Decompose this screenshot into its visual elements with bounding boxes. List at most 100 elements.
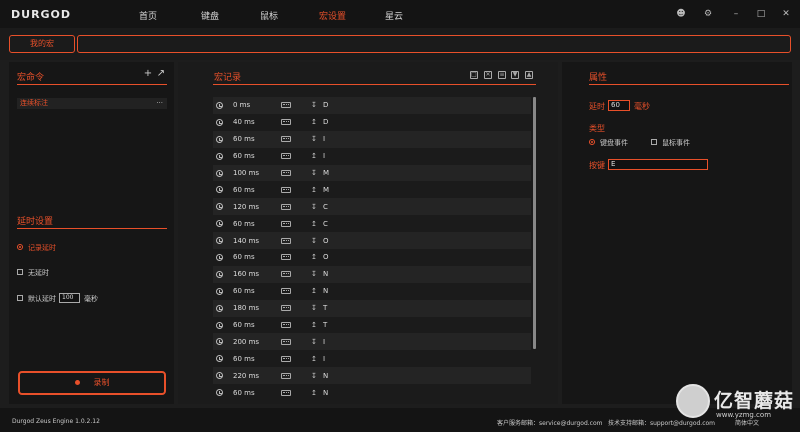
nav-home[interactable]: 首页 <box>139 9 157 22</box>
keyboard-icon <box>281 271 291 278</box>
key-down-icon: ↧ <box>311 202 317 211</box>
table-row[interactable]: 60 ms ↥ I <box>213 350 531 368</box>
record-delay: 40 ms <box>233 118 255 127</box>
table-row[interactable]: 60 ms ↥ M <box>213 181 531 199</box>
divider <box>17 228 167 229</box>
minimize-icon[interactable]: – <box>730 8 742 20</box>
record-delay-radio[interactable] <box>17 244 23 250</box>
list-item[interactable]: 连续标注 ··· <box>17 98 167 109</box>
clock-icon <box>216 287 223 295</box>
key-down-icon: ↧ <box>311 304 317 313</box>
table-row[interactable]: 100 ms ↧ M <box>213 164 531 182</box>
key-input[interactable]: E <box>608 159 708 170</box>
record-delay: 0 ms <box>233 101 251 110</box>
import-macro-icon[interactable]: ↗ <box>156 68 166 79</box>
move-up-icon[interactable]: ▲ <box>525 71 533 79</box>
keyboard-icon <box>281 288 291 295</box>
table-row[interactable]: 200 ms ↧ I <box>213 333 531 351</box>
key-up-icon: ↥ <box>311 118 317 127</box>
record-key: T <box>323 321 328 330</box>
table-row[interactable]: 60 ms ↥ C <box>213 215 531 233</box>
keyboard-icon <box>281 355 291 362</box>
properties-panel <box>562 62 792 404</box>
mouse-event-checkbox[interactable] <box>651 139 657 145</box>
clock-icon <box>216 186 223 194</box>
add-macro-button[interactable]: + <box>143 68 153 79</box>
keyboard-icon <box>281 102 291 109</box>
key-up-icon: ↥ <box>311 185 317 194</box>
record-key: O <box>323 236 329 245</box>
key-down-icon: ↧ <box>311 169 317 177</box>
keyboard-icon <box>281 220 291 227</box>
copy-icon[interactable]: □ <box>470 71 478 79</box>
close-icon[interactable]: ✕ <box>780 8 792 20</box>
record-delay: 60 ms <box>233 185 255 194</box>
table-row[interactable]: 60 ms ↥ N <box>213 282 531 300</box>
record-delay: 60 ms <box>233 219 255 228</box>
clock-icon <box>216 253 223 261</box>
app-logo: DURGOD <box>11 8 72 21</box>
delete-icon[interactable]: ✕ <box>484 71 492 79</box>
table-row[interactable]: 60 ms ↧ I <box>213 130 531 148</box>
no-delay-checkbox[interactable] <box>17 269 23 275</box>
top-bar: DURGOD 首页 键盘 鼠标 宏设置 星云 ☻ ⚙ – □ ✕ <box>0 0 800 28</box>
delay-unit: 毫秒 <box>634 102 650 111</box>
table-row[interactable]: 220 ms ↧ N <box>213 367 531 385</box>
properties-title: 属性 <box>589 73 608 83</box>
table-row[interactable]: 40 ms ↥ D <box>213 113 531 131</box>
record-delay: 100 ms <box>233 169 260 177</box>
default-delay-unit: 毫秒 <box>84 295 98 303</box>
gear-icon[interactable]: ⚙ <box>702 8 714 20</box>
clock-icon <box>216 321 223 329</box>
table-row[interactable]: 60 ms ↥ I <box>213 147 531 165</box>
macro-command-panel <box>9 62 174 404</box>
record-dot-icon <box>74 380 80 385</box>
nav-mouse[interactable]: 鼠标 <box>260 9 278 22</box>
key-up-icon: ↥ <box>311 321 317 330</box>
keyboard-icon <box>281 153 291 160</box>
clock-icon <box>216 389 223 397</box>
table-row[interactable]: 120 ms ↧ C <box>213 198 531 216</box>
clear-icon[interactable]: ≡ <box>498 71 506 79</box>
nav-keyboard[interactable]: 键盘 <box>201 9 219 22</box>
delay-input[interactable]: 60 <box>608 100 630 111</box>
more-icon[interactable]: ··· <box>156 98 163 109</box>
key-down-icon: ↧ <box>311 371 317 380</box>
macro-name-field[interactable] <box>77 35 791 53</box>
table-row[interactable]: 140 ms ↧ O <box>213 232 531 250</box>
table-row[interactable]: 60 ms ↥ T <box>213 316 531 334</box>
record-key: C <box>323 202 328 211</box>
record-key: I <box>323 337 326 346</box>
record-delay: 60 ms <box>233 253 255 262</box>
table-row[interactable]: 60 ms ↥ O <box>213 249 531 266</box>
clock-icon <box>216 203 223 211</box>
record-delay: 200 ms <box>233 337 260 346</box>
default-delay-checkbox[interactable] <box>17 295 23 301</box>
record-key: I <box>323 152 326 161</box>
record-delay: 180 ms <box>233 304 260 313</box>
keyboard-icon <box>281 203 291 210</box>
user-icon[interactable]: ☻ <box>675 8 687 20</box>
table-row[interactable]: 180 ms ↧ T <box>213 299 531 317</box>
mouse-event-label: 鼠标事件 <box>662 139 690 147</box>
table-row[interactable]: 0 ms ↧ D <box>213 97 531 114</box>
watermark-text: 亿智蘑菇 <box>714 390 795 412</box>
keyboard-icon <box>281 254 291 261</box>
record-button[interactable]: 录制 <box>18 371 166 395</box>
keyboard-event-radio[interactable] <box>589 139 595 145</box>
version-text: Durgod Zeus Engine 1.0.2.12 <box>12 418 100 425</box>
record-key: C <box>323 219 328 228</box>
record-key: O <box>323 253 329 262</box>
record-key: N <box>323 287 329 296</box>
nav-macro-settings[interactable]: 宏设置 <box>319 9 346 22</box>
move-down-icon[interactable]: ▼ <box>511 71 519 79</box>
table-row[interactable]: 160 ms ↧ N <box>213 265 531 283</box>
maximize-icon[interactable]: □ <box>755 8 767 20</box>
my-macro-tab[interactable]: 我的宏 <box>9 35 75 53</box>
keyboard-icon <box>281 186 291 193</box>
clock-icon <box>216 270 223 278</box>
nav-nebula[interactable]: 星云 <box>385 9 403 22</box>
scrollbar[interactable] <box>533 97 536 349</box>
default-delay-input[interactable]: 100 <box>59 293 80 303</box>
table-row[interactable]: 60 ms ↥ N <box>213 384 531 397</box>
